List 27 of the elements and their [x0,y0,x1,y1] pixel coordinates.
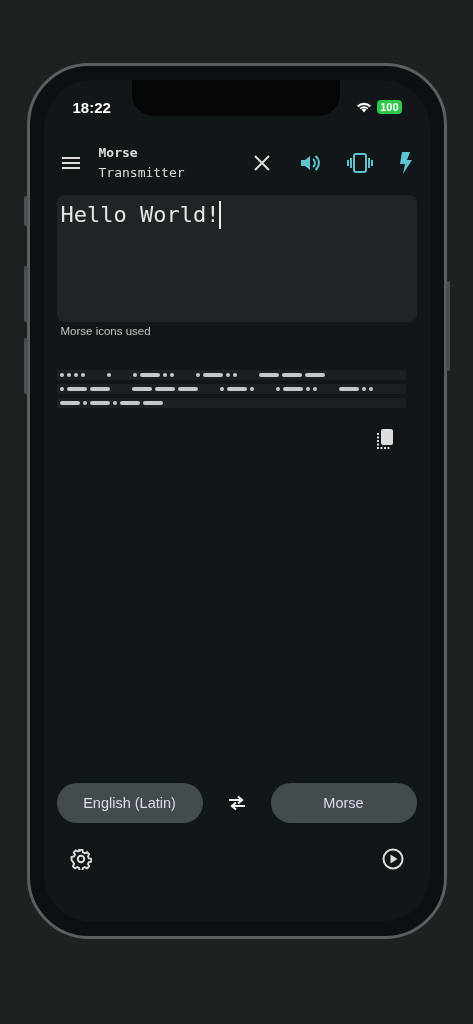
text-input-field[interactable]: Hello World! [56,195,417,322]
target-language-button[interactable]: Morse [270,783,417,823]
morse-symbol-icon [219,384,254,394]
play-icon[interactable] [381,848,404,870]
close-icon[interactable] [252,154,271,172]
morse-symbol-icon [195,370,237,380]
caption-text: Morse icons used [60,325,152,337]
settings-icon[interactable] [69,848,92,870]
morse-symbol-icon [59,384,110,394]
app-title: Morse [98,144,139,162]
swap-icon[interactable] [226,795,247,811]
copy-icon[interactable] [374,428,395,450]
morse-symbol-icon [132,370,174,380]
lightning-icon[interactable] [398,152,413,174]
vibration-icon[interactable] [346,153,373,173]
menu-icon[interactable] [60,155,81,171]
morse-symbol-icon [131,384,198,394]
morse-symbol-icon [275,384,317,394]
morse-symbol-icon [338,384,373,394]
morse-symbol-icon [258,370,325,380]
clock: 18:22 [72,98,111,116]
speaker-icon[interactable] [298,153,321,173]
wifi-icon [356,101,373,113]
battery-level: 100 [377,100,402,114]
app-subtitle: Transmitter [98,164,185,182]
source-language-button[interactable]: English (Latin) [56,783,203,823]
morse-symbol-icon [59,398,163,408]
